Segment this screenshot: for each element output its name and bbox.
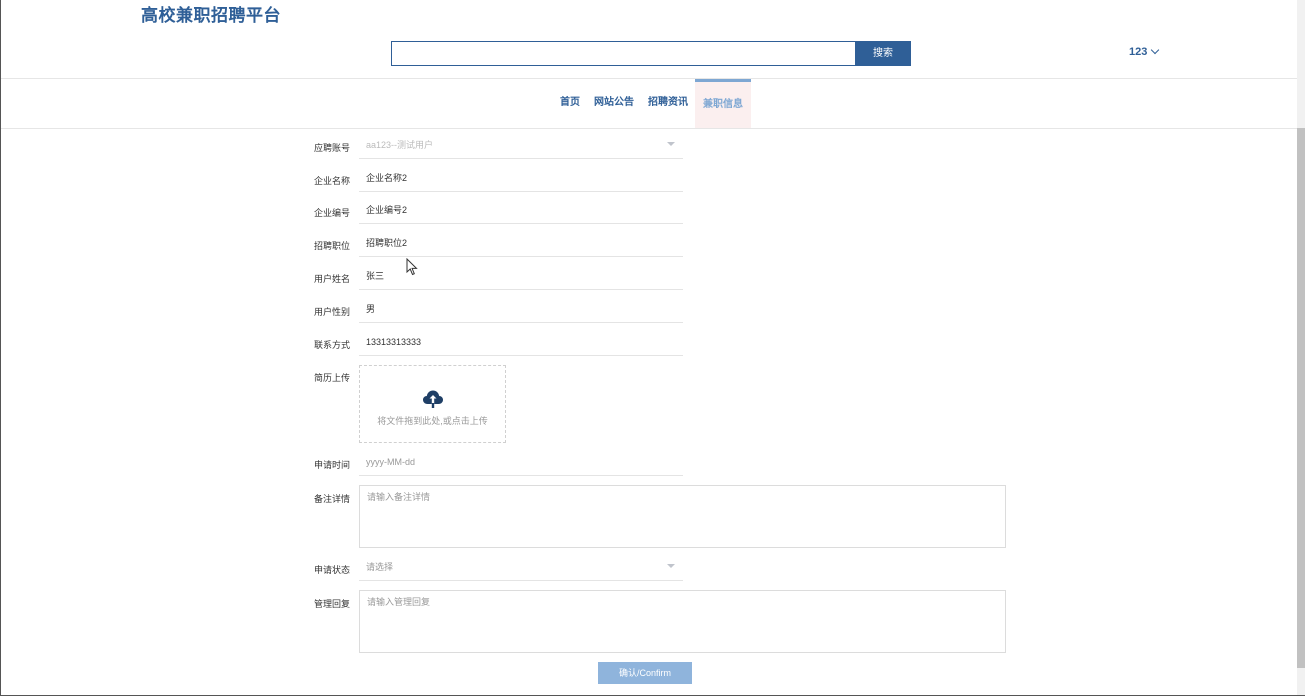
user-menu-label: 123 bbox=[1129, 46, 1148, 58]
page: 高校兼职招聘平台 搜索 123 首页 网站公告 招聘资讯 兼职信息 应聘账号 a… bbox=[0, 0, 1305, 696]
select-arrow-icon bbox=[667, 142, 675, 146]
gender-label: 用户性别 bbox=[313, 307, 350, 317]
search-input[interactable] bbox=[391, 41, 856, 66]
form-row-company-name: 企业名称 企业名称2 bbox=[301, 167, 701, 192]
form-row-position: 招聘职位 招聘职位2 bbox=[301, 232, 701, 257]
main-nav: 首页 网站公告 招聘资讯 兼职信息 bbox=[553, 79, 751, 128]
remark-label: 备注详情 bbox=[313, 494, 350, 504]
form-row-user-name: 用户姓名 张三 bbox=[301, 265, 701, 290]
form-row-apply-time: 申请时间 yyyy-MM-dd bbox=[301, 451, 701, 476]
nav-item-recruit-news[interactable]: 招聘资讯 bbox=[641, 79, 695, 128]
account-select: aa123--测试用户 bbox=[359, 134, 683, 159]
company-name-field[interactable]: 企业名称2 bbox=[359, 167, 683, 192]
gender-field[interactable]: 男 bbox=[359, 298, 683, 323]
form-row-company-no: 企业编号 企业编号2 bbox=[301, 199, 701, 224]
form-row-account: 应聘账号 aa123--测试用户 bbox=[301, 134, 701, 159]
company-name-label: 企业名称 bbox=[313, 176, 350, 186]
status-label: 申请状态 bbox=[313, 565, 350, 575]
nav-item-notices[interactable]: 网站公告 bbox=[587, 79, 641, 128]
resume-label: 简历上传 bbox=[313, 373, 350, 383]
nav-item-parttime[interactable]: 兼职信息 bbox=[695, 79, 751, 128]
apply-time-picker[interactable]: yyyy-MM-dd bbox=[359, 451, 683, 476]
search-button[interactable]: 搜索 bbox=[855, 41, 911, 66]
user-menu[interactable]: 123 bbox=[1129, 45, 1160, 58]
cloud-upload-icon bbox=[423, 390, 443, 408]
mouse-cursor-icon bbox=[406, 258, 418, 276]
reply-textarea[interactable]: 请输入管理回复 bbox=[359, 590, 1006, 653]
upload-hint: 将文件拖到此处,或点击上传 bbox=[377, 416, 488, 426]
scrollbar-track bbox=[1297, 668, 1305, 695]
status-placeholder: 请选择 bbox=[366, 562, 394, 572]
form-row-gender: 用户性别 男 bbox=[301, 298, 701, 323]
site-title: 高校兼职招聘平台 bbox=[141, 6, 281, 25]
apply-time-label: 申请时间 bbox=[313, 460, 350, 470]
resume-upload-dropzone[interactable]: 将文件拖到此处,或点击上传 bbox=[359, 365, 506, 443]
form-row-status: 申请状态 请选择 bbox=[301, 556, 701, 581]
status-select[interactable]: 请选择 bbox=[359, 556, 683, 581]
contact-label: 联系方式 bbox=[313, 340, 350, 350]
user-name-label: 用户姓名 bbox=[313, 274, 350, 284]
account-label: 应聘账号 bbox=[313, 143, 350, 153]
nav-item-home[interactable]: 首页 bbox=[553, 79, 587, 128]
divider bbox=[1, 128, 1297, 129]
scrollbar-thumb[interactable] bbox=[1297, 128, 1305, 668]
remark-textarea[interactable]: 请输入备注详情 bbox=[359, 485, 1006, 548]
company-no-label: 企业编号 bbox=[313, 208, 350, 218]
confirm-button[interactable]: 确认/Confirm bbox=[598, 662, 692, 684]
position-field[interactable]: 招聘职位2 bbox=[359, 232, 683, 257]
scrollbar-track bbox=[1297, 0, 1305, 128]
contact-field[interactable]: 13313313333 bbox=[359, 331, 683, 356]
position-label: 招聘职位 bbox=[313, 241, 350, 251]
company-no-field[interactable]: 企业编号2 bbox=[359, 199, 683, 224]
account-value: aa123--测试用户 bbox=[366, 140, 434, 150]
form-row-contact: 联系方式 13313313333 bbox=[301, 331, 701, 356]
chevron-down-icon bbox=[1151, 45, 1160, 55]
reply-label: 管理回复 bbox=[313, 599, 350, 609]
select-arrow-icon bbox=[667, 564, 675, 568]
